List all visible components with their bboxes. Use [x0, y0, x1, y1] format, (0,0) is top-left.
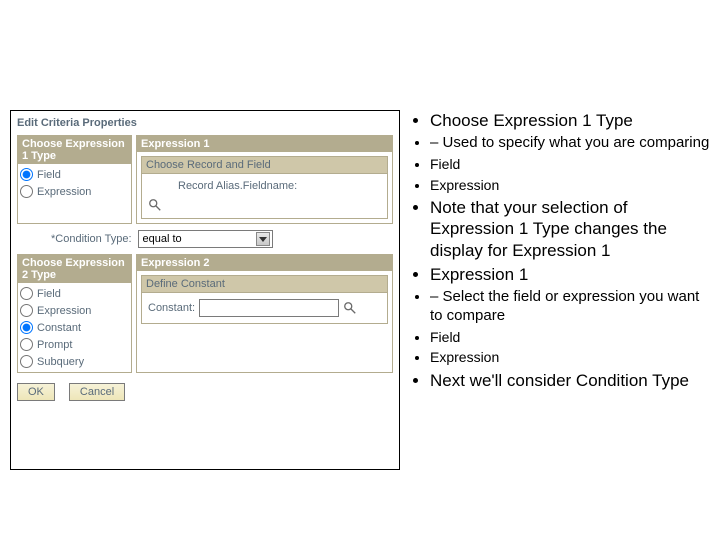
note-item: Next we'll consider Condition Type — [430, 370, 710, 391]
radio-field-input[interactable] — [20, 168, 33, 181]
panel-title: Edit Criteria Properties — [17, 117, 393, 129]
choose-record-field-box: Choose Record and Field Record Alias.Fie… — [141, 156, 388, 219]
ok-button[interactable]: OK — [17, 383, 55, 401]
note-item: Expression — [430, 349, 710, 367]
define-constant-box: Define Constant Constant: — [141, 275, 388, 324]
section-head: Expression 2 — [137, 255, 392, 271]
condition-type-label: *Condition Type: — [51, 233, 132, 245]
constant-input[interactable] — [199, 299, 339, 317]
constant-label: Constant: — [148, 302, 195, 314]
choose-expr2-type-section: Choose Expression 2 Type Field Expressio… — [17, 254, 132, 373]
edit-criteria-panel: Edit Criteria Properties Choose Expressi… — [10, 110, 400, 470]
section-head: Expression 1 — [137, 136, 392, 152]
chevron-down-icon — [256, 232, 270, 246]
note-item: Note that your selection of Expression 1… — [430, 197, 710, 261]
condition-type-select[interactable]: equal to — [138, 230, 273, 248]
choose-expr1-type-section: Choose Expression 1 Type Field Expressio… — [17, 135, 132, 224]
section-head: Choose Expression 2 Type — [18, 255, 131, 283]
note-item: Choose Expression 1 Type — [430, 110, 710, 131]
radio-field2[interactable]: Field — [20, 287, 129, 300]
radio-label: Field — [37, 169, 61, 181]
note-item: Field — [430, 156, 710, 174]
notes-panel: Choose Expression 1 Type Used to specify… — [400, 110, 710, 470]
radio-expression2-input[interactable] — [20, 304, 33, 317]
radio-subquery[interactable]: Subquery — [20, 355, 129, 368]
condition-type-row: *Condition Type: equal to — [51, 230, 393, 248]
radio-prompt[interactable]: Prompt — [20, 338, 129, 351]
radio-label: Constant — [37, 322, 81, 334]
radio-constant-input[interactable] — [20, 321, 33, 334]
condition-type-value: equal to — [143, 233, 182, 245]
note-item: Field — [430, 329, 710, 347]
lookup-icon[interactable] — [148, 198, 162, 212]
radio-field2-input[interactable] — [20, 287, 33, 300]
radio-expression2[interactable]: Expression — [20, 304, 129, 317]
nested-head: Choose Record and Field — [142, 157, 387, 174]
radio-label: Expression — [37, 305, 91, 317]
radio-prompt-input[interactable] — [20, 338, 33, 351]
radio-expression-input[interactable] — [20, 185, 33, 198]
radio-subquery-input[interactable] — [20, 355, 33, 368]
radio-label: Prompt — [37, 339, 72, 351]
nested-head: Define Constant — [142, 276, 387, 293]
radio-expression[interactable]: Expression — [20, 185, 129, 198]
radio-label: Field — [37, 288, 61, 300]
radio-label: Expression — [37, 186, 91, 198]
note-item: Expression — [430, 177, 710, 195]
radio-field[interactable]: Field — [20, 168, 129, 181]
expression2-section: Expression 2 Define Constant Constant: — [136, 254, 393, 373]
lookup-icon[interactable] — [343, 301, 357, 315]
record-alias-label: Record Alias.Fieldname: — [178, 180, 297, 192]
radio-constant[interactable]: Constant — [20, 321, 129, 334]
radio-label: Subquery — [37, 356, 84, 368]
note-item: Used to specify what you are comparing — [430, 134, 710, 153]
cancel-button[interactable]: Cancel — [69, 383, 125, 401]
note-item: Select the field or expression you want … — [430, 288, 710, 326]
expression1-section: Expression 1 Choose Record and Field Rec… — [136, 135, 393, 224]
section-head: Choose Expression 1 Type — [18, 136, 131, 164]
note-item: Expression 1 — [430, 264, 710, 285]
